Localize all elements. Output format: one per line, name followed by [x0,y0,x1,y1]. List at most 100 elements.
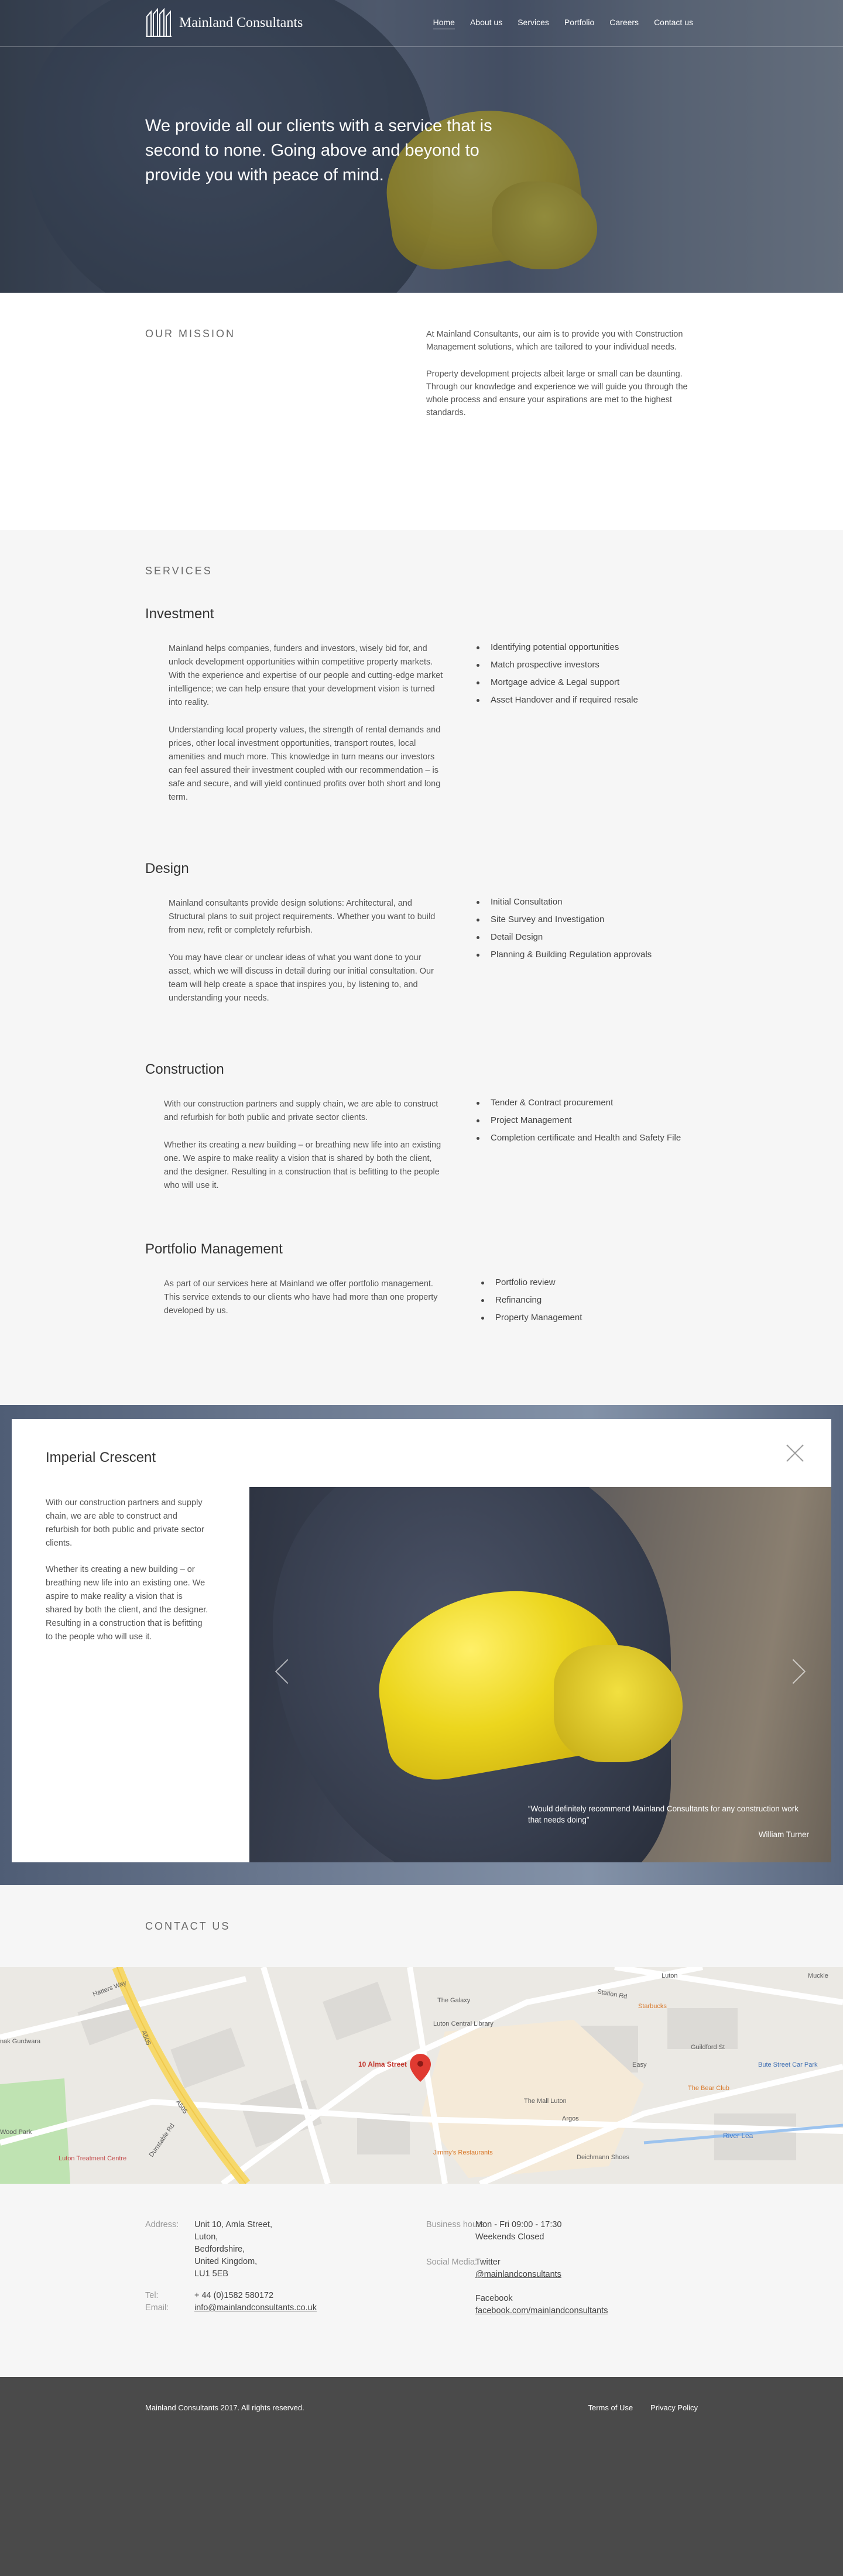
map-label-mall: The Mall Luton [524,2098,567,2105]
service-portfolio-management: Portfolio Management As part of our serv… [145,1241,698,1332]
list-item: Property Management [479,1309,582,1327]
services-section: SERVICES Investment Mainland helps compa… [0,530,843,1405]
list-item: Match prospective investors [474,656,638,674]
service-heading: Design [145,861,189,876]
map-label-luton: Luton [662,1972,678,1979]
portfolio-modal: Imperial Crescent With our construction … [12,1419,831,1862]
mission-section: OUR MISSION At Mainland Consultants, our… [0,293,843,530]
portfolio-section: Imperial Crescent With our construction … [0,1405,843,1885]
map-label-bear-club: The Bear Club [688,2085,729,2092]
main-nav: Home About us Services Portfolio Careers… [433,18,693,29]
service-list: Portfolio review Refinancing Property Ma… [479,1274,582,1332]
location-map[interactable]: The Galaxy Luton Central Library The Mal… [0,1967,843,2184]
footer-links: Terms of Use Privacy Policy [588,2403,698,2412]
portfolio-paragraph: With our construction partners and suppl… [46,1498,204,1548]
map-label-treatment-centre: Luton Treatment Centre [59,2155,126,2162]
address-line: LU1 5EB [194,2269,229,2279]
nav-services[interactable]: Services [518,18,549,29]
service-paragraph: Whether its creating a new building – or… [164,1140,441,1190]
service-description: With our construction partners and suppl… [145,1098,444,1207]
list-item: Mortgage advice & Legal support [474,674,638,691]
service-paragraph: As part of our services here at Mainland… [164,1279,438,1316]
brand-logo[interactable]: Mainland Consultants [145,8,303,37]
footer-link-privacy[interactable]: Privacy Policy [650,2403,698,2412]
top-navigation-bar: Mainland Consultants Home About us Servi… [0,0,843,47]
contact-section: CONTACT US The Galaxy Luton Central Libr… [0,1885,843,2377]
map-label-argos: Argos [562,2115,579,2122]
list-item: Tender & Contract procurement [474,1094,681,1112]
site-footer: Mainland Consultants 2017. All rights re… [0,2377,843,2576]
service-list: Tender & Contract procurement Project Ma… [474,1094,681,1207]
hero-section: Mainland Consultants Home About us Servi… [0,0,843,293]
list-item: Completion certificate and Health and Sa… [474,1129,681,1147]
twitter-label: Twitter [475,2258,501,2267]
contact-hours-block: Business hours: Mon - Fri 09:00 - 17:30 … [426,2219,608,2323]
service-paragraph: With our construction partners and suppl… [164,1099,438,1122]
service-design: Design Mainland consultants provide desi… [145,861,698,1019]
email-label: Email: [145,2303,169,2313]
address-line: Luton, [194,2232,218,2242]
address-line: United Kingdom, [194,2257,258,2266]
list-item: Detail Design [474,929,652,946]
service-paragraph: You may have clear or unclear ideas of w… [169,953,434,1003]
twitter-link[interactable]: @mainlandconsultants [475,2270,561,2279]
map-label-jimmys: Jimmy's Restaurants [433,2149,493,2156]
service-construction: Construction With our construction partn… [145,1061,698,1207]
tel-value[interactable]: + 44 (0)1582 580172 [194,2290,273,2302]
nav-contact-us[interactable]: Contact us [654,18,693,29]
list-item: Refinancing [479,1292,582,1309]
address-label: Address: [145,2220,179,2229]
nav-portfolio[interactable]: Portfolio [564,18,594,29]
address-line: Unit 10, Amla Street, [194,2220,272,2229]
copyright-text: Mainland Consultants 2017. All rights re… [145,2403,304,2412]
map-label-muckle: Muckle [808,1972,828,1979]
address-line: Bedfordshire, [194,2245,245,2254]
service-heading: Portfolio Management [145,1241,283,1257]
chevron-right-icon[interactable] [780,1659,806,1684]
service-paragraph: Mainland helps companies, funders and in… [169,644,443,707]
portfolio-project-title: Imperial Crescent [46,1450,156,1465]
service-heading: Investment [145,606,214,622]
map-pin-label: 10 Alma Street [358,2060,407,2068]
portfolio-photo: “Would definitely recommend Mainland Con… [249,1487,831,1862]
tel-label: Tel: [145,2291,159,2300]
map-label-gurdwara: nak Gurdwara [0,2038,41,2045]
map-label-deichmann: Deichmann Shoes [577,2154,629,2161]
list-item: Planning & Building Regulation approvals [474,946,652,964]
map-label-bute-car-park: Bute Street Car Park [758,2061,818,2068]
list-item: Initial Consultation [474,893,652,911]
service-list: Identifying potential opportunities Matc… [474,639,638,818]
contact-title: CONTACT US [145,1920,231,1932]
list-item: Asset Handover and if required resale [474,691,638,709]
service-paragraph: Mainland consultants provide design solu… [169,899,436,935]
nav-careers[interactable]: Careers [609,18,639,29]
nav-about-us[interactable]: About us [470,18,502,29]
portfolio-description: With our construction partners and suppl… [46,1496,210,1657]
service-investment: Investment Mainland helps companies, fun… [145,606,698,818]
hero-headline: We provide all our clients with a servic… [145,117,492,184]
contact-address-block: Address: Unit 10, Amla Street, Luton, Be… [145,2219,317,2320]
address-value: Unit 10, Amla Street, Luton, Bedfordshir… [194,2219,272,2280]
email-link[interactable]: info@mainlandconsultants.co.uk [194,2303,317,2313]
hours-line: Weekends Closed [475,2232,544,2242]
map-label-wood-park: Wood Park [0,2129,32,2136]
testimonial-quote: “Would definitely recommend Mainland Con… [528,1804,799,1824]
service-heading: Construction [145,1061,224,1077]
list-item: Project Management [474,1112,681,1129]
hours-line: Mon - Fri 09:00 - 17:30 [475,2220,562,2229]
map-label-river-lea: River Lea [723,2132,753,2140]
building-logo-icon [145,8,172,37]
testimonial-author: William Turner [758,1830,809,1839]
list-item: Site Survey and Investigation [474,911,652,929]
mission-body: At Mainland Consultants, our aim is to p… [426,328,701,433]
service-description: Mainland consultants provide design solu… [145,897,444,1019]
facebook-link[interactable]: facebook.com/mainlandconsultants [475,2306,608,2315]
list-item: Portfolio review [479,1274,582,1292]
services-title: SERVICES [145,565,213,577]
map-label-guildford-st: Guildford St [691,2044,725,2051]
mission-paragraph: Property development projects albeit lar… [426,369,688,417]
nav-home[interactable]: Home [433,18,455,29]
map-label-library: Luton Central Library [433,2020,494,2027]
close-icon[interactable] [783,1441,807,1465]
footer-link-terms[interactable]: Terms of Use [588,2403,633,2412]
